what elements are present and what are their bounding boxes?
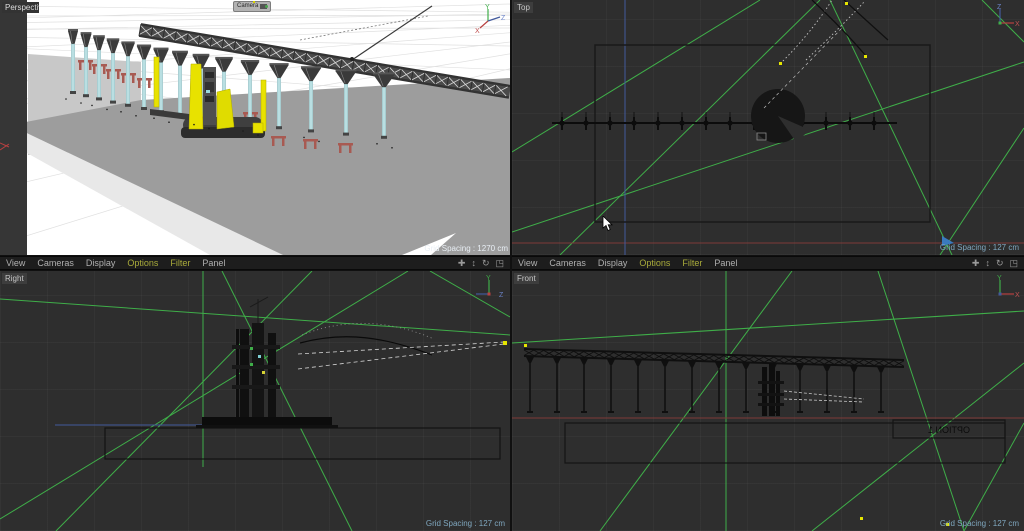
cable-line xyxy=(351,5,433,61)
viewport-perspective[interactable]: Perspective Camera Y Z X Grid Spacing : … xyxy=(0,0,510,255)
svg-text:Y: Y xyxy=(485,4,490,11)
grid-spacing-label: Grid Spacing : 127 cm xyxy=(939,243,1019,252)
cable-joint xyxy=(350,57,354,61)
right-scene xyxy=(0,271,510,531)
menu-view[interactable]: View xyxy=(518,257,537,269)
selected-point xyxy=(503,341,507,345)
viewport-label: Perspective xyxy=(2,2,39,13)
viewport-front[interactable]: OPTION 1 Front Y X Grid Spacing : 127 cm xyxy=(512,271,1024,531)
menu-panel[interactable]: Panel xyxy=(202,257,225,269)
selected-points xyxy=(524,344,949,526)
measure-dashes xyxy=(783,390,865,403)
menu-display[interactable]: Display xyxy=(598,257,628,269)
zoom-icon[interactable]: ↕ xyxy=(471,257,476,269)
top-scene xyxy=(512,0,1024,255)
menu-cameras[interactable]: Cameras xyxy=(37,257,74,269)
menu-options[interactable]: Options xyxy=(639,257,670,269)
viewport-top[interactable]: Top Z X Grid Spacing : 127 cm xyxy=(512,0,1024,255)
menu-options[interactable]: Options xyxy=(127,257,158,269)
svg-text:X: X xyxy=(1015,292,1020,299)
viewport-label: Front xyxy=(514,273,539,284)
menu-display[interactable]: Display xyxy=(86,257,116,269)
perspective-scene xyxy=(0,0,510,255)
svg-text:Z: Z xyxy=(501,15,506,22)
quad-viewport-layout: Perspective Camera Y Z X Grid Spacing : … xyxy=(0,0,1024,531)
menu-panel[interactable]: Panel xyxy=(714,257,737,269)
camera-icon xyxy=(260,4,269,9)
slab-annotation-mirrored: OPTION 1 xyxy=(928,425,970,435)
machine-front-view xyxy=(758,363,784,416)
axis-gizmo-right: Y Z xyxy=(476,275,504,299)
viewport-right[interactable]: Right Y Z Grid Spacing : 127 cm xyxy=(0,271,510,531)
camera-widget-label: Camera xyxy=(237,3,259,9)
maximize-icon[interactable]: ◳ xyxy=(495,257,504,269)
axis-gizmo-front: Y X xyxy=(997,275,1020,299)
measure-lines xyxy=(297,322,505,370)
svg-text:X: X xyxy=(475,28,480,35)
viewport-menubar-front-view: View Cameras Display Options Filter Pane… xyxy=(512,256,1024,270)
zoom-icon[interactable]: ↕ xyxy=(985,257,990,269)
stanchions-top-view xyxy=(559,112,877,130)
svg-text:Y: Y xyxy=(486,275,491,282)
rotate-icon[interactable]: ↻ xyxy=(482,257,490,269)
rotate-icon[interactable]: ↻ xyxy=(996,257,1004,269)
axis-gizmo-top: Z X xyxy=(997,4,1020,28)
svg-text:Y: Y xyxy=(997,275,1002,282)
front-scene: OPTION 1 xyxy=(512,271,1024,531)
grid-spacing-label: Grid Spacing : 1270 cm xyxy=(424,244,508,253)
menu-cameras[interactable]: Cameras xyxy=(549,257,586,269)
menu-filter[interactable]: Filter xyxy=(170,257,190,269)
mouse-cursor xyxy=(602,216,613,232)
pan-icon[interactable]: ✚ xyxy=(458,257,466,269)
grid-spacing-label: Grid Spacing : 127 cm xyxy=(425,519,505,528)
viewport-menubar-right-view: View Cameras Display Options Filter Pane… xyxy=(0,256,510,270)
camera-widget[interactable]: Camera xyxy=(233,1,272,12)
menu-filter[interactable]: Filter xyxy=(682,257,702,269)
svg-text:X: X xyxy=(1015,21,1020,28)
pan-icon[interactable]: ✚ xyxy=(972,257,980,269)
selected-points xyxy=(779,2,867,65)
truss-front-view xyxy=(523,348,905,413)
viewport-label: Right xyxy=(2,273,27,284)
maximize-icon[interactable]: ◳ xyxy=(1009,257,1018,269)
svg-text:Z: Z xyxy=(499,292,504,299)
menu-view[interactable]: View xyxy=(6,257,25,269)
viewport-label: Top xyxy=(514,2,533,13)
film-gate-overlay xyxy=(0,0,27,255)
camera-keyframe-tick xyxy=(253,1,255,3)
spline-guides-green xyxy=(512,271,1024,531)
axis-gizmo-perspective: Y Z X xyxy=(475,4,506,35)
svg-text:Z: Z xyxy=(997,4,1002,11)
grid-spacing-label: Grid Spacing : 127 cm xyxy=(939,519,1019,528)
